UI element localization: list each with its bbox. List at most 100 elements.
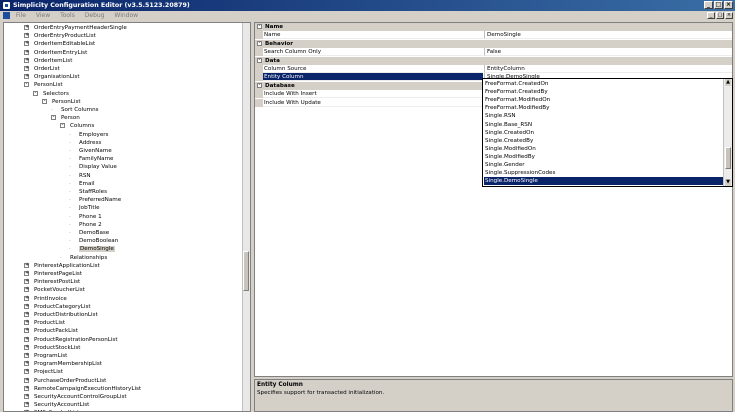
tree-item[interactable]: + PinterestPostList — [24, 278, 80, 286]
tree-item[interactable]: · JobTitle — [69, 204, 100, 212]
expand-icon[interactable]: + — [24, 361, 29, 367]
tree-item[interactable]: - Selectors — [33, 90, 69, 98]
dropdown-option[interactable]: FreeFormat.CreatedOn — [484, 80, 723, 88]
tree-item[interactable]: + OrderItemList — [24, 57, 72, 65]
tree-item[interactable]: + ProductStockList — [24, 344, 81, 352]
tree-item[interactable]: + ProductDistributionList — [24, 311, 98, 319]
dropdown-scrollbar[interactable]: ▲ ▼ — [723, 79, 732, 186]
tree-item[interactable]: + PocketVoucherList — [24, 286, 85, 294]
minimize-button[interactable]: _ — [704, 1, 713, 9]
tree-item[interactable]: - Person — [51, 114, 80, 122]
expand-icon[interactable]: + — [24, 369, 29, 375]
expand-icon[interactable]: + — [24, 66, 29, 71]
tree-scroll-thumb[interactable] — [243, 251, 249, 291]
tree-item[interactable]: · Relationships — [60, 254, 107, 262]
expand-icon[interactable]: + — [24, 312, 29, 317]
menu-view[interactable]: View — [32, 11, 54, 21]
dropdown-option[interactable]: Single.Gender — [484, 161, 723, 169]
expand-icon[interactable]: + — [24, 41, 29, 47]
collapse-icon[interactable]: - — [257, 24, 262, 29]
property-value[interactable]: EntityColumn — [484, 65, 732, 73]
expand-icon[interactable]: + — [24, 57, 29, 63]
expand-icon[interactable]: + — [24, 287, 29, 293]
property-row[interactable]: Column Source EntityColumn — [255, 65, 732, 73]
dropdown-option[interactable]: Single.CreatedBy — [484, 137, 723, 145]
expand-icon[interactable]: + — [24, 336, 29, 342]
scroll-up-icon[interactable]: ▲ — [725, 79, 731, 86]
menu-window[interactable]: Window — [110, 11, 142, 21]
dropdown-option[interactable]: Single.CreatedOn — [484, 129, 723, 137]
dropdown-option[interactable]: FreeFormat.CreatedBy — [484, 88, 723, 96]
expand-icon[interactable]: + — [24, 74, 29, 80]
config-tree[interactable]: + OrderEntryPaymentHeaderSingle + OrderEntr… — [3, 22, 251, 412]
dropdown-option[interactable]: Single.Base_RSN — [484, 121, 723, 129]
expand-icon[interactable]: + — [24, 279, 29, 285]
expand-icon[interactable]: + — [24, 385, 29, 391]
scroll-down-icon[interactable]: ▼ — [725, 179, 731, 186]
tree-scrollbar[interactable] — [242, 23, 250, 411]
close-button[interactable]: × — [724, 1, 733, 9]
tree-item[interactable]: + ProductPackList — [24, 327, 78, 335]
expand-icon[interactable]: + — [24, 344, 29, 350]
expand-icon[interactable]: + — [24, 320, 29, 326]
tree-item[interactable]: · GivenName — [69, 147, 112, 155]
tree-item[interactable]: + PrintInvoice — [24, 295, 67, 303]
tree-item[interactable]: + OrganisationList — [24, 73, 80, 81]
tree-item[interactable]: + ProgramMembershipList — [24, 360, 102, 368]
expand-icon[interactable]: + — [24, 49, 29, 55]
tree-item[interactable]: + OrderEntryProductList — [24, 32, 96, 40]
tree-item[interactable]: · RSN — [69, 172, 91, 180]
tree-item[interactable]: · StaffRoles — [69, 188, 107, 196]
tree-item[interactable]: + PinterestPageList — [24, 270, 82, 278]
dropdown-scroll-thumb[interactable] — [725, 147, 731, 169]
property-value[interactable]: DemoSingle — [484, 31, 732, 40]
tree-item[interactable]: + ProgramList — [24, 352, 67, 360]
tree-item[interactable]: + ProductList — [24, 319, 65, 327]
dropdown-option[interactable]: Single.RSN — [484, 112, 723, 120]
collapse-icon[interactable]: - — [42, 98, 47, 104]
dropdown-option[interactable]: FreeFormat.ModifiedBy — [484, 104, 723, 112]
collapse-icon[interactable]: - — [33, 90, 38, 96]
dropdown-option[interactable]: Single.ModifiedBy — [484, 153, 723, 161]
entity-column-dropdown[interactable]: ▲ ▼ FreeFormat.CreatedOn FreeFormat.Creat… — [482, 78, 733, 187]
property-value[interactable]: False — [484, 48, 732, 57]
tree-item[interactable]: + PinterestApplicationList — [24, 262, 100, 270]
dropdown-option[interactable]: Single.SuppressionCodes — [484, 169, 723, 177]
collapse-icon[interactable]: - — [51, 115, 56, 121]
maximize-button[interactable]: □ — [714, 1, 723, 9]
dropdown-option[interactable]: Single.DemoSingle — [484, 177, 723, 186]
tree-item[interactable]: + ProductCategoryList — [24, 303, 91, 311]
expand-icon[interactable]: + — [24, 303, 29, 309]
tree-item[interactable]: · FamilyName — [69, 155, 114, 163]
property-row[interactable]: Search Column Only False — [255, 48, 732, 57]
tree-item[interactable]: + OrderEntryPaymentHeaderSingle — [24, 24, 127, 32]
property-row[interactable]: Name DemoSingle — [255, 31, 732, 40]
menu-debug[interactable]: Debug — [81, 11, 109, 21]
tree-item[interactable]: - Columns — [60, 122, 94, 130]
dropdown-option[interactable]: Single.ModifiedOn — [484, 145, 723, 153]
tree-item[interactable]: + ProductRegistrationPersonList — [24, 336, 118, 344]
tree-item[interactable]: + ProjectList — [24, 368, 63, 376]
expand-icon[interactable]: + — [24, 328, 29, 334]
tree-item[interactable]: · Address — [69, 139, 101, 147]
expand-icon[interactable]: + — [24, 295, 29, 301]
property-category[interactable]: - Name — [255, 23, 732, 31]
tree-item[interactable]: · Phone 2 — [69, 221, 102, 229]
tree-item[interactable]: · DemoSingle — [69, 245, 115, 253]
tree-item[interactable]: - PersonList — [24, 81, 63, 89]
expand-icon[interactable]: + — [24, 262, 29, 268]
tree-item[interactable]: · DemoBoolean — [69, 237, 118, 245]
tree-item[interactable]: · Employers — [69, 131, 108, 139]
expand-icon[interactable]: + — [24, 394, 29, 399]
expand-icon[interactable]: + — [24, 271, 29, 276]
expand-icon[interactable]: + — [24, 377, 29, 383]
tree-item[interactable]: · Phone 1 — [69, 213, 102, 221]
collapse-icon[interactable]: - — [257, 40, 262, 46]
tree-item[interactable]: + SecurityAccountControlGroupList — [24, 393, 127, 401]
collapse-icon[interactable]: - — [257, 82, 262, 88]
property-category[interactable]: - Data — [255, 56, 732, 65]
tree-item[interactable]: + OrderList — [24, 65, 60, 73]
collapse-icon[interactable]: - — [257, 57, 262, 63]
expand-icon[interactable]: + — [24, 25, 29, 30]
tree-item[interactable]: · Sort Columns — [51, 106, 99, 114]
